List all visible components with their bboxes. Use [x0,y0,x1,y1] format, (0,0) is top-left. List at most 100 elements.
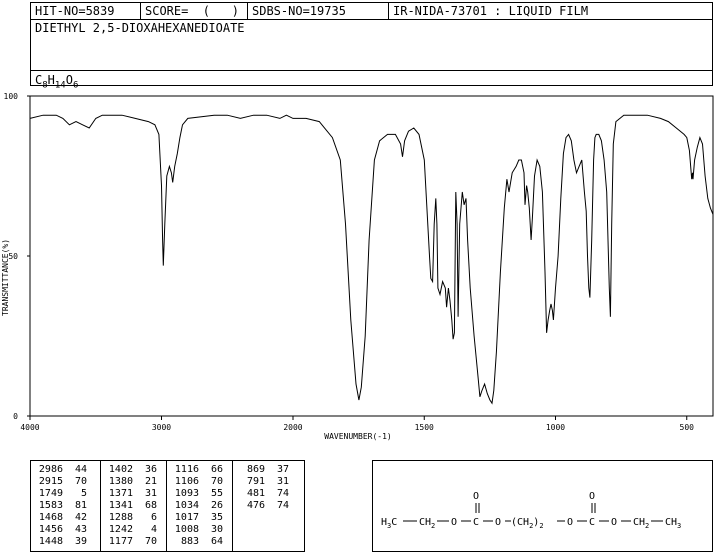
peak-transmittance: 21 [144,476,157,487]
peak-transmittance: 30 [210,524,223,535]
peak-entry: 1456 43 [31,524,100,535]
x-tick-label: 500 [680,423,695,432]
structure-diagram: H3C CH2 O C O O (CH2)2 O C O O CH2 CH3 [381,491,681,530]
peak-wavenumber: 883 [180,536,199,547]
peak-wavenumber: 1177 [108,536,133,547]
peak-entry: 883 64 [167,536,232,547]
peak-transmittance: 43 [74,524,87,535]
header-id-row: HIT-NO=5839 SCORE= ( ) SDBS-NO=19735 IR-… [31,3,712,20]
methyl-group-left: H3C [381,517,397,530]
peak-wavenumber: 1380 [108,476,133,487]
peak-transmittance: 66 [210,464,223,475]
peak-entry: 1288 6 [101,512,166,523]
peak-wavenumber: 1468 [38,512,63,523]
peak-entry: 1116 66 [167,464,232,475]
score: SCORE= ( ) [141,3,248,19]
peak-transmittance: 26 [210,500,223,511]
peak-entry: 481 74 [233,488,305,499]
peak-wavenumber: 481 [246,488,265,499]
ir-code: IR-NIDA-73701 : LIQUID FILM [393,4,589,18]
peak-wavenumber: 869 [246,464,265,475]
peak-wavenumber: 1456 [38,524,63,535]
peak-transmittance: 68 [144,500,157,511]
peak-wavenumber: 791 [246,476,265,487]
carbonyl-oxygen-1: O [473,491,479,502]
peak-transmittance: 74 [276,488,289,499]
x-tick-label: 3000 [152,423,171,432]
peak-wavenumber: 1093 [174,488,199,499]
peak-transmittance: 31 [144,488,157,499]
peak-entry: 1380 21 [101,476,166,487]
ester-oxygen-2: O [611,517,617,528]
peak-wavenumber: 1116 [174,464,199,475]
methyl-group-right: CH3 [665,517,681,530]
peak-wavenumber: 1106 [174,476,199,487]
peak-transmittance: 5 [80,488,87,499]
x-axis-label: WAVENUMBER(-1) [324,432,391,441]
peak-entry: 1106 70 [167,476,232,487]
peak-transmittance: 37 [276,464,289,475]
peak-wavenumber: 2986 [38,464,63,475]
peak-table: 2986 44 2915 70 1749 5 1583 81 1468 42 1456 43 1448 3… [30,460,305,552]
peak-entry: 1017 35 [167,512,232,523]
peak-transmittance: 70 [210,476,223,487]
peak-entry: 1008 30 [167,524,232,535]
peak-entry: 1242 4 [101,524,166,535]
peak-entry: 1177 70 [101,536,166,547]
peak-entry: 1583 81 [31,500,100,511]
carbonyl-carbon-2: C [589,517,595,528]
carbonyl-carbon-1: C [473,517,479,528]
peak-column-3: 1116 66 1106 70 1093 55 1034 26 1017 35 1008 30 883 6… [167,461,233,551]
hit-number: HIT-NO=5839 [31,3,141,19]
peak-entry: 1341 68 [101,500,166,511]
peak-entry: 869 37 [233,464,305,475]
chemical-structure-box: H3C CH2 O C O O (CH2)2 O C O O CH2 CH3 [372,460,713,552]
peak-wavenumber: 1017 [174,512,199,523]
peak-wavenumber: 1008 [174,524,199,535]
peak-entry: 1468 42 [31,512,100,523]
y-tick-label: 0 [13,412,18,421]
peak-column-4: 869 37 791 31 481 74 476 74 [233,461,305,551]
methylene-left: CH2 [419,517,435,530]
x-tick-label: 2000 [283,423,302,432]
peak-transmittance: 31 [276,476,289,487]
spectrum-series-line [29,114,714,405]
methylene-right: CH2 [633,517,649,530]
peak-wavenumber: 1242 [108,524,133,535]
peak-entry: 1402 36 [101,464,166,475]
ether-oxygen-2: O [567,517,573,528]
x-tick-label: 4000 [20,423,39,432]
peak-wavenumber: 2915 [38,476,63,487]
compound-name: DIETHYL 2,5-DIOXAHEXANEDIOATE [35,21,245,35]
peak-wavenumber: 1288 [108,512,133,523]
peak-wavenumber: 1583 [38,500,63,511]
peak-column-1: 2986 44 2915 70 1749 5 1583 81 1468 42 1456 43 1448 3… [31,461,101,551]
formula-divider [31,70,712,71]
x-tick-label: 1000 [546,423,565,432]
peak-wavenumber: 1371 [108,488,133,499]
peak-transmittance: 64 [210,536,223,547]
peak-wavenumber: 1341 [108,500,133,511]
carbonyl-oxygen-2: O [589,491,595,502]
peak-entry: 1749 5 [31,488,100,499]
y-tick-label: 100 [4,92,19,101]
y-axis-label: TRANSMITTANCE(%) [1,239,10,316]
peak-transmittance: 6 [150,512,157,523]
peak-wavenumber: 1448 [38,536,63,547]
peak-wavenumber: 1034 [174,500,199,511]
ethylene-chain: (CH2)2 [511,517,544,530]
peak-entry: 791 31 [233,476,305,487]
peak-transmittance: 55 [210,488,223,499]
peak-entry: 1371 31 [101,488,166,499]
sdbs-number: SDBS-NO=19735 [248,3,389,19]
ir-spectrum-chart: 4000 3000 2000 1500 1000 500050100 TRANSMITTA… [1,92,714,441]
peak-transmittance: 42 [74,512,87,523]
peak-transmittance: 81 [74,500,87,511]
peak-entry: 1093 55 [167,488,232,499]
plot-frame [29,95,714,417]
peak-wavenumber: 476 [246,500,265,511]
peak-transmittance: 4 [150,524,157,535]
peak-entry: 476 74 [233,500,305,511]
peak-wavenumber: 1402 [108,464,133,475]
peak-transmittance: 35 [210,512,223,523]
